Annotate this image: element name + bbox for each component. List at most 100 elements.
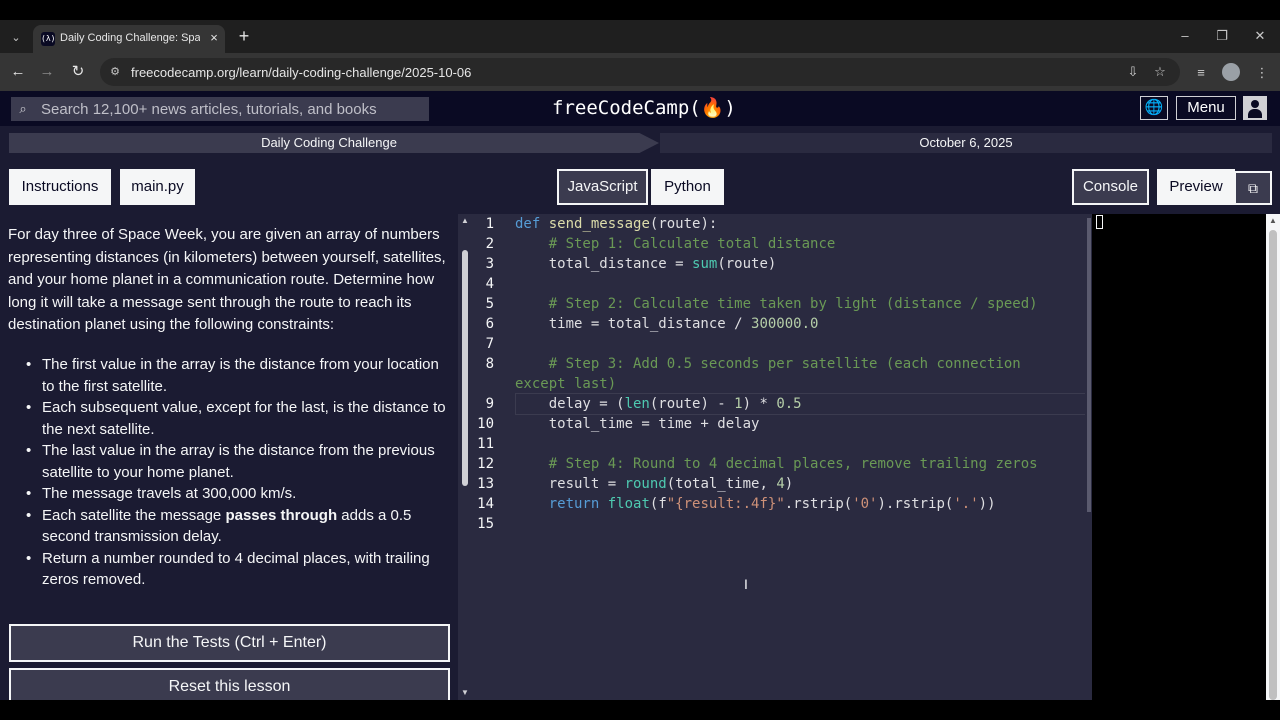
code-editor[interactable]: 1 2 3 4 5 6 7 8 9 10 11 12 13 14 15 def … — [472, 214, 1092, 700]
code-line-14[interactable]: return float(f"{result:.4f}".rstrip('0')… — [515, 494, 996, 514]
line-number: 15 — [477, 516, 494, 532]
search-input[interactable] — [41, 97, 425, 121]
list-item-text: Each satellite the message — [42, 506, 226, 524]
code-line-8[interactable]: # Step 3: Add 0.5 seconds per satellite … — [515, 354, 1021, 374]
address-bar[interactable]: ⚙ freecodecamp.org/learn/daily-coding-ch… — [100, 58, 1180, 86]
tab-title: Daily Coding Challenge: Space W — [60, 32, 200, 44]
code-builtin: len — [624, 396, 650, 412]
tab-javascript[interactable]: JavaScript — [557, 169, 648, 205]
browser-tab[interactable]: (λ) Daily Coding Challenge: Space W × — [33, 25, 225, 53]
code-text: total_time = time + delay — [548, 416, 760, 432]
site-info-icon[interactable]: ⚙ — [108, 65, 122, 79]
reset-lesson-button[interactable]: Reset this lesson — [9, 668, 450, 700]
code-line-12[interactable]: # Step 4: Round to 4 decimal places, rem… — [515, 454, 1038, 474]
line-number: 3 — [485, 256, 494, 272]
close-icon[interactable]: × — [207, 31, 221, 45]
scrollbar-thumb[interactable] — [462, 250, 468, 486]
media-control-icon[interactable]: ≡ — [1192, 64, 1210, 82]
code-string: '.' — [953, 496, 979, 512]
code-text: time = total_distance / — [548, 316, 752, 332]
instructions-intro: For day three of Space Week, you are giv… — [8, 226, 446, 333]
more-menu-icon[interactable]: ⋮ — [1253, 64, 1271, 82]
code-line-1[interactable]: def send_message(route): — [515, 214, 717, 234]
forward-icon[interactable]: → — [38, 63, 56, 81]
code-number: 1 — [734, 396, 743, 412]
line-number: 2 — [485, 236, 494, 252]
instructions-scrollbar[interactable]: ▲ ▼ — [458, 214, 472, 700]
install-app-icon[interactable]: ⇩ — [1125, 64, 1141, 80]
line-number: 11 — [477, 436, 494, 452]
minimize-icon[interactable]: – — [1175, 27, 1195, 45]
code-builtin: sum — [692, 256, 718, 272]
bookmark-star-icon[interactable]: ☆ — [1152, 64, 1168, 80]
new-tab-icon[interactable]: + — [235, 27, 253, 45]
fcc-logo[interactable]: freeCodeCamp(🔥) — [552, 96, 736, 120]
run-tests-button[interactable]: Run the Tests (Ctrl + Enter) — [9, 624, 450, 662]
code-line-10[interactable]: total_time = time + delay — [515, 414, 760, 434]
code-text: (total_time, — [666, 476, 777, 492]
tab-console[interactable]: Console — [1072, 169, 1149, 205]
fcc-navbar: ⌕ freeCodeCamp(🔥) — [0, 91, 1280, 126]
code-line-8-wrap[interactable]: except last) — [515, 374, 616, 394]
tab-main-py[interactable]: main.py — [120, 169, 195, 205]
scroll-down-icon[interactable]: ▼ — [458, 688, 472, 698]
code-line-5[interactable]: # Step 2: Calculate time taken by light … — [515, 294, 1038, 314]
code-text: )) — [978, 496, 996, 512]
code-comment: # Step 4: Round to 4 decimal places, rem… — [548, 456, 1038, 472]
line-number: 6 — [485, 316, 494, 332]
preview-pane[interactable] — [1094, 214, 1266, 700]
tab-instructions[interactable]: Instructions — [9, 169, 111, 205]
reload-icon[interactable]: ↻ — [69, 63, 87, 81]
instructions-panel: For day three of Space Week, you are giv… — [0, 214, 458, 700]
fcc-search-box[interactable]: ⌕ — [11, 97, 429, 121]
editor-scrollbar-thumb[interactable] — [1087, 218, 1091, 512]
list-item: Return a number rounded to 4 decimal pla… — [8, 548, 454, 591]
code-line-13[interactable]: result = round(total_time, 4) — [515, 474, 793, 494]
code-line-6[interactable]: time = total_distance / 300000.0 — [515, 314, 819, 334]
code-text: (route) - — [649, 396, 735, 412]
code-text: .rstrip( — [784, 496, 853, 512]
preview-scrollbar-thumb[interactable] — [1269, 230, 1277, 700]
tab-search-icon[interactable]: ⌄ — [6, 28, 26, 48]
back-icon[interactable]: ← — [9, 63, 27, 81]
list-item: The message travels at 300,000 km/s. — [8, 483, 454, 505]
avatar-head — [1251, 100, 1259, 108]
preview-text-caret — [1096, 215, 1103, 229]
code-text: (f — [649, 496, 667, 512]
code-line-9[interactable]: delay = (len(route) - 1) * 0.5 — [515, 394, 802, 414]
scroll-up-icon[interactable]: ▲ — [458, 216, 472, 226]
restore-icon[interactable]: ❐ — [1212, 27, 1232, 45]
url-text[interactable]: freecodecamp.org/learn/daily-coding-chal… — [131, 65, 471, 80]
code-text: result = — [548, 476, 625, 492]
profile-avatar[interactable] — [1222, 63, 1240, 81]
code-line-2[interactable]: # Step 1: Calculate total distance — [515, 234, 836, 254]
code-keyword: def — [515, 216, 541, 232]
code-number: 4 — [776, 476, 785, 492]
code-string: "{result:.4f}" — [666, 496, 785, 512]
avatar-body — [1248, 109, 1262, 118]
list-item: The last value in the array is the dista… — [8, 440, 454, 483]
tab-preview[interactable]: Preview — [1157, 169, 1235, 205]
list-item: Each satellite the message passes throug… — [8, 505, 454, 548]
list-item: Each subsequent value, except for the la… — [8, 397, 454, 440]
breadcrumb-title: Daily Coding Challenge — [261, 135, 397, 150]
breadcrumb-challenge[interactable]: Daily Coding Challenge — [9, 133, 659, 153]
window-close-icon[interactable]: ✕ — [1250, 27, 1270, 45]
tab-python[interactable]: Python — [651, 169, 724, 205]
browser-toolbar: ← → ↻ ⚙ freecodecamp.org/learn/daily-cod… — [0, 53, 1280, 91]
line-number: 4 — [485, 276, 494, 292]
code-comment: # Step 3: Add 0.5 seconds per satellite … — [548, 356, 1021, 372]
language-globe-icon[interactable]: 🌐 — [1140, 96, 1168, 120]
code-string: '0' — [852, 496, 878, 512]
code-builtin: round — [624, 476, 667, 492]
user-avatar-icon[interactable] — [1243, 96, 1267, 120]
line-number: 5 — [485, 296, 494, 312]
line-number: 10 — [477, 416, 494, 432]
popout-preview-icon[interactable]: ⧉ — [1234, 171, 1272, 205]
code-keyword: return — [548, 496, 600, 512]
code-line-3[interactable]: total_distance = sum(route) — [515, 254, 777, 274]
menu-button[interactable]: Menu — [1176, 96, 1236, 120]
search-icon: ⌕ — [19, 101, 27, 116]
scroll-up-icon[interactable]: ▲ — [1266, 216, 1280, 226]
code-number: 300000.0 — [751, 316, 819, 332]
